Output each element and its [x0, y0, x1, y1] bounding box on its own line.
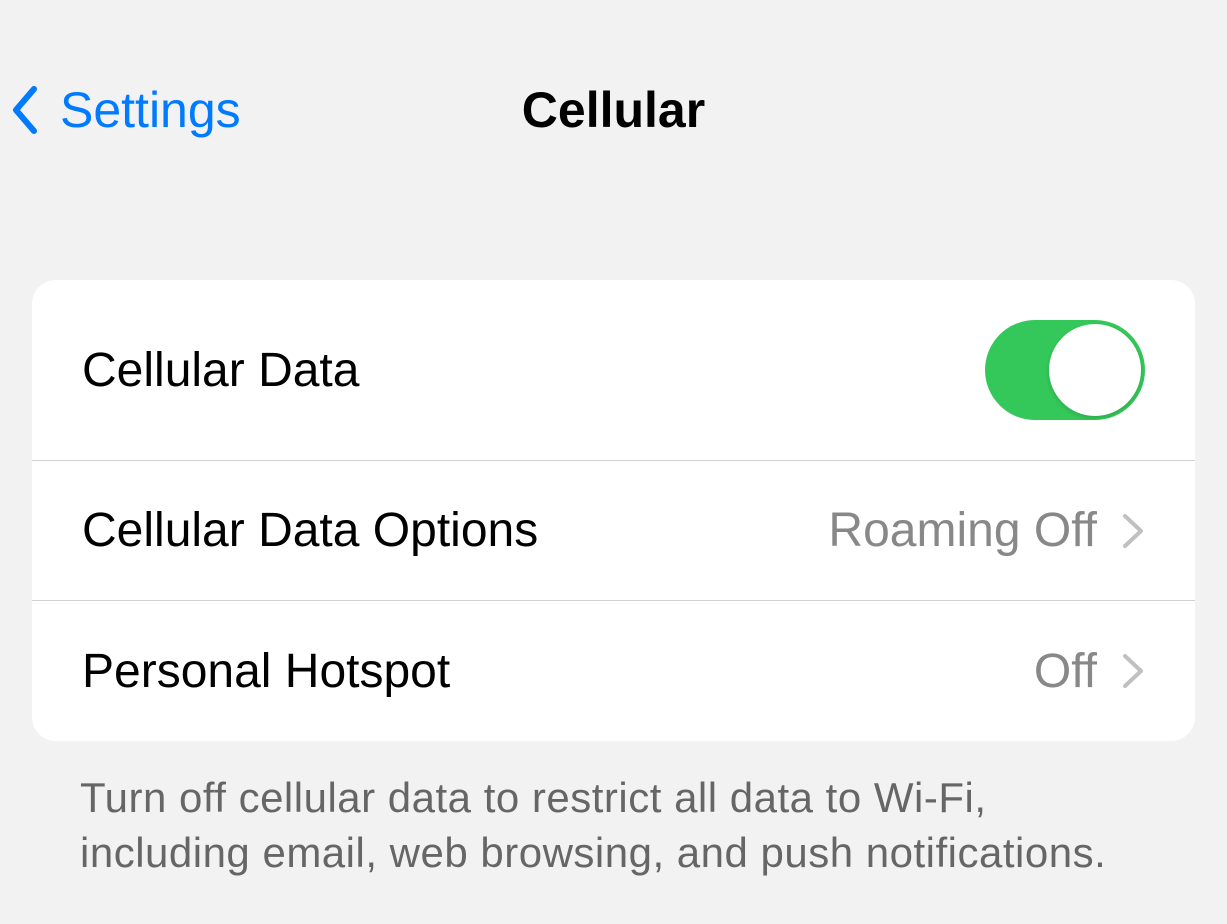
- chevron-right-icon: [1121, 512, 1145, 550]
- chevron-right-icon: [1121, 652, 1145, 690]
- personal-hotspot-value: Off: [1034, 644, 1145, 699]
- back-label: Settings: [60, 81, 241, 139]
- settings-group: Cellular Data Cellular Data Options Roam…: [32, 280, 1195, 741]
- cellular-data-label: Cellular Data: [82, 343, 359, 398]
- cellular-data-row: Cellular Data: [32, 280, 1195, 461]
- back-button[interactable]: Settings: [10, 81, 241, 139]
- page-title: Cellular: [522, 81, 705, 139]
- personal-hotspot-label: Personal Hotspot: [82, 644, 450, 699]
- toggle-knob: [1049, 324, 1141, 416]
- personal-hotspot-row[interactable]: Personal Hotspot Off: [32, 601, 1195, 741]
- chevron-left-icon: [10, 85, 40, 135]
- cellular-data-toggle[interactable]: [985, 320, 1145, 420]
- footer-text: Turn off cellular data to restrict all d…: [0, 741, 1227, 880]
- cellular-data-options-value: Roaming Off: [828, 503, 1145, 558]
- cellular-data-options-value-text: Roaming Off: [828, 503, 1097, 558]
- cellular-data-options-label: Cellular Data Options: [82, 503, 538, 558]
- header: Settings Cellular: [0, 0, 1227, 160]
- personal-hotspot-value-text: Off: [1034, 644, 1097, 699]
- cellular-data-options-row[interactable]: Cellular Data Options Roaming Off: [32, 461, 1195, 601]
